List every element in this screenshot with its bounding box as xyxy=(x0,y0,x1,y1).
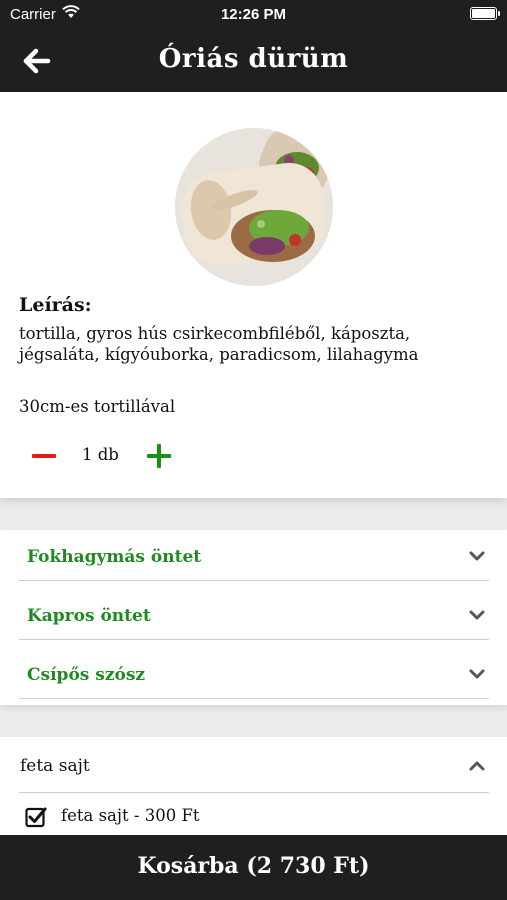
option-label: Fokhagymás öntet xyxy=(27,547,202,567)
option-label: Kapros öntet xyxy=(27,606,151,626)
chevron-down-icon xyxy=(469,669,485,679)
chevron-up-icon xyxy=(469,761,485,771)
product-card: Leírás: tortilla, gyros hús csirkecombfi… xyxy=(0,92,507,498)
status-bar: Carrier 12:26 PM xyxy=(0,0,507,30)
option-label: Csípős szósz xyxy=(27,665,146,685)
quantity-value: 1 db xyxy=(82,445,119,464)
extras-header[interactable]: feta sajt xyxy=(19,737,489,793)
product-image xyxy=(175,128,333,286)
add-to-cart-button[interactable]: Kosárba (2 730 Ft) xyxy=(0,835,507,900)
size-note: 30cm-es tortillával xyxy=(19,397,176,416)
chevron-down-icon xyxy=(469,551,485,561)
clock: 12:26 PM xyxy=(220,6,287,23)
quantity-stepper: 1 db xyxy=(0,436,220,476)
options-card: Fokhagymás öntet Kapros öntet Csípős szó… xyxy=(0,530,507,705)
extras-group-label: feta sajt xyxy=(20,756,90,776)
plus-icon[interactable] xyxy=(145,442,173,470)
option-row-fokhagymas[interactable]: Fokhagymás öntet xyxy=(19,530,489,581)
chevron-down-icon xyxy=(469,610,485,620)
battery-icon xyxy=(470,7,500,20)
nav-header: Óriás dürüm xyxy=(0,30,507,92)
extras-card: feta sajt feta sajt - 300 Ft xyxy=(0,737,507,837)
option-row-kapros[interactable]: Kapros öntet xyxy=(19,589,489,640)
option-row-csipos[interactable]: Csípős szósz xyxy=(19,648,489,699)
description-title: Leírás: xyxy=(19,294,92,316)
durum-wrap-photo xyxy=(175,128,333,286)
extra-item-label: feta sajt - 300 Ft xyxy=(61,806,200,825)
checkbox-checked-icon[interactable] xyxy=(25,806,47,828)
page-title: Óriás dürüm xyxy=(158,44,349,74)
add-to-cart-label: Kosárba (2 730 Ft) xyxy=(137,853,370,879)
description-text: tortilla, gyros hús csirkecombfiléből, k… xyxy=(19,324,419,364)
minus-icon[interactable] xyxy=(30,446,58,466)
